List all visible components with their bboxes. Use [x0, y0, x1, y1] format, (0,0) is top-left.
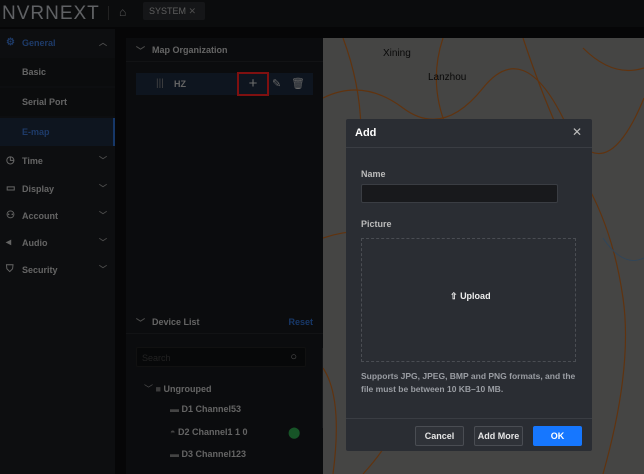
upload-icon: ⇧ [450, 291, 458, 301]
upload-button[interactable]: ⇧ Upload [450, 291, 491, 302]
picture-label: Picture [361, 219, 392, 229]
add-dialog: Add ✕ Name Picture ⇧ Upload Supports JPG… [346, 119, 592, 451]
cancel-button[interactable]: Cancel [415, 426, 464, 446]
dialog-header: Add ✕ [346, 119, 592, 148]
upload-dropzone[interactable]: ⇧ Upload [361, 238, 576, 362]
upload-label: Upload [460, 291, 491, 301]
name-input[interactable] [361, 184, 558, 203]
dialog-title: Add [355, 127, 377, 139]
close-icon[interactable]: ✕ [572, 125, 582, 139]
name-label: Name [361, 169, 386, 179]
ok-button[interactable]: OK [533, 426, 582, 446]
upload-hint: Supports JPG, JPEG, BMP and PNG formats,… [361, 371, 576, 394]
divider [346, 418, 592, 419]
add-more-button[interactable]: Add More [474, 426, 523, 446]
